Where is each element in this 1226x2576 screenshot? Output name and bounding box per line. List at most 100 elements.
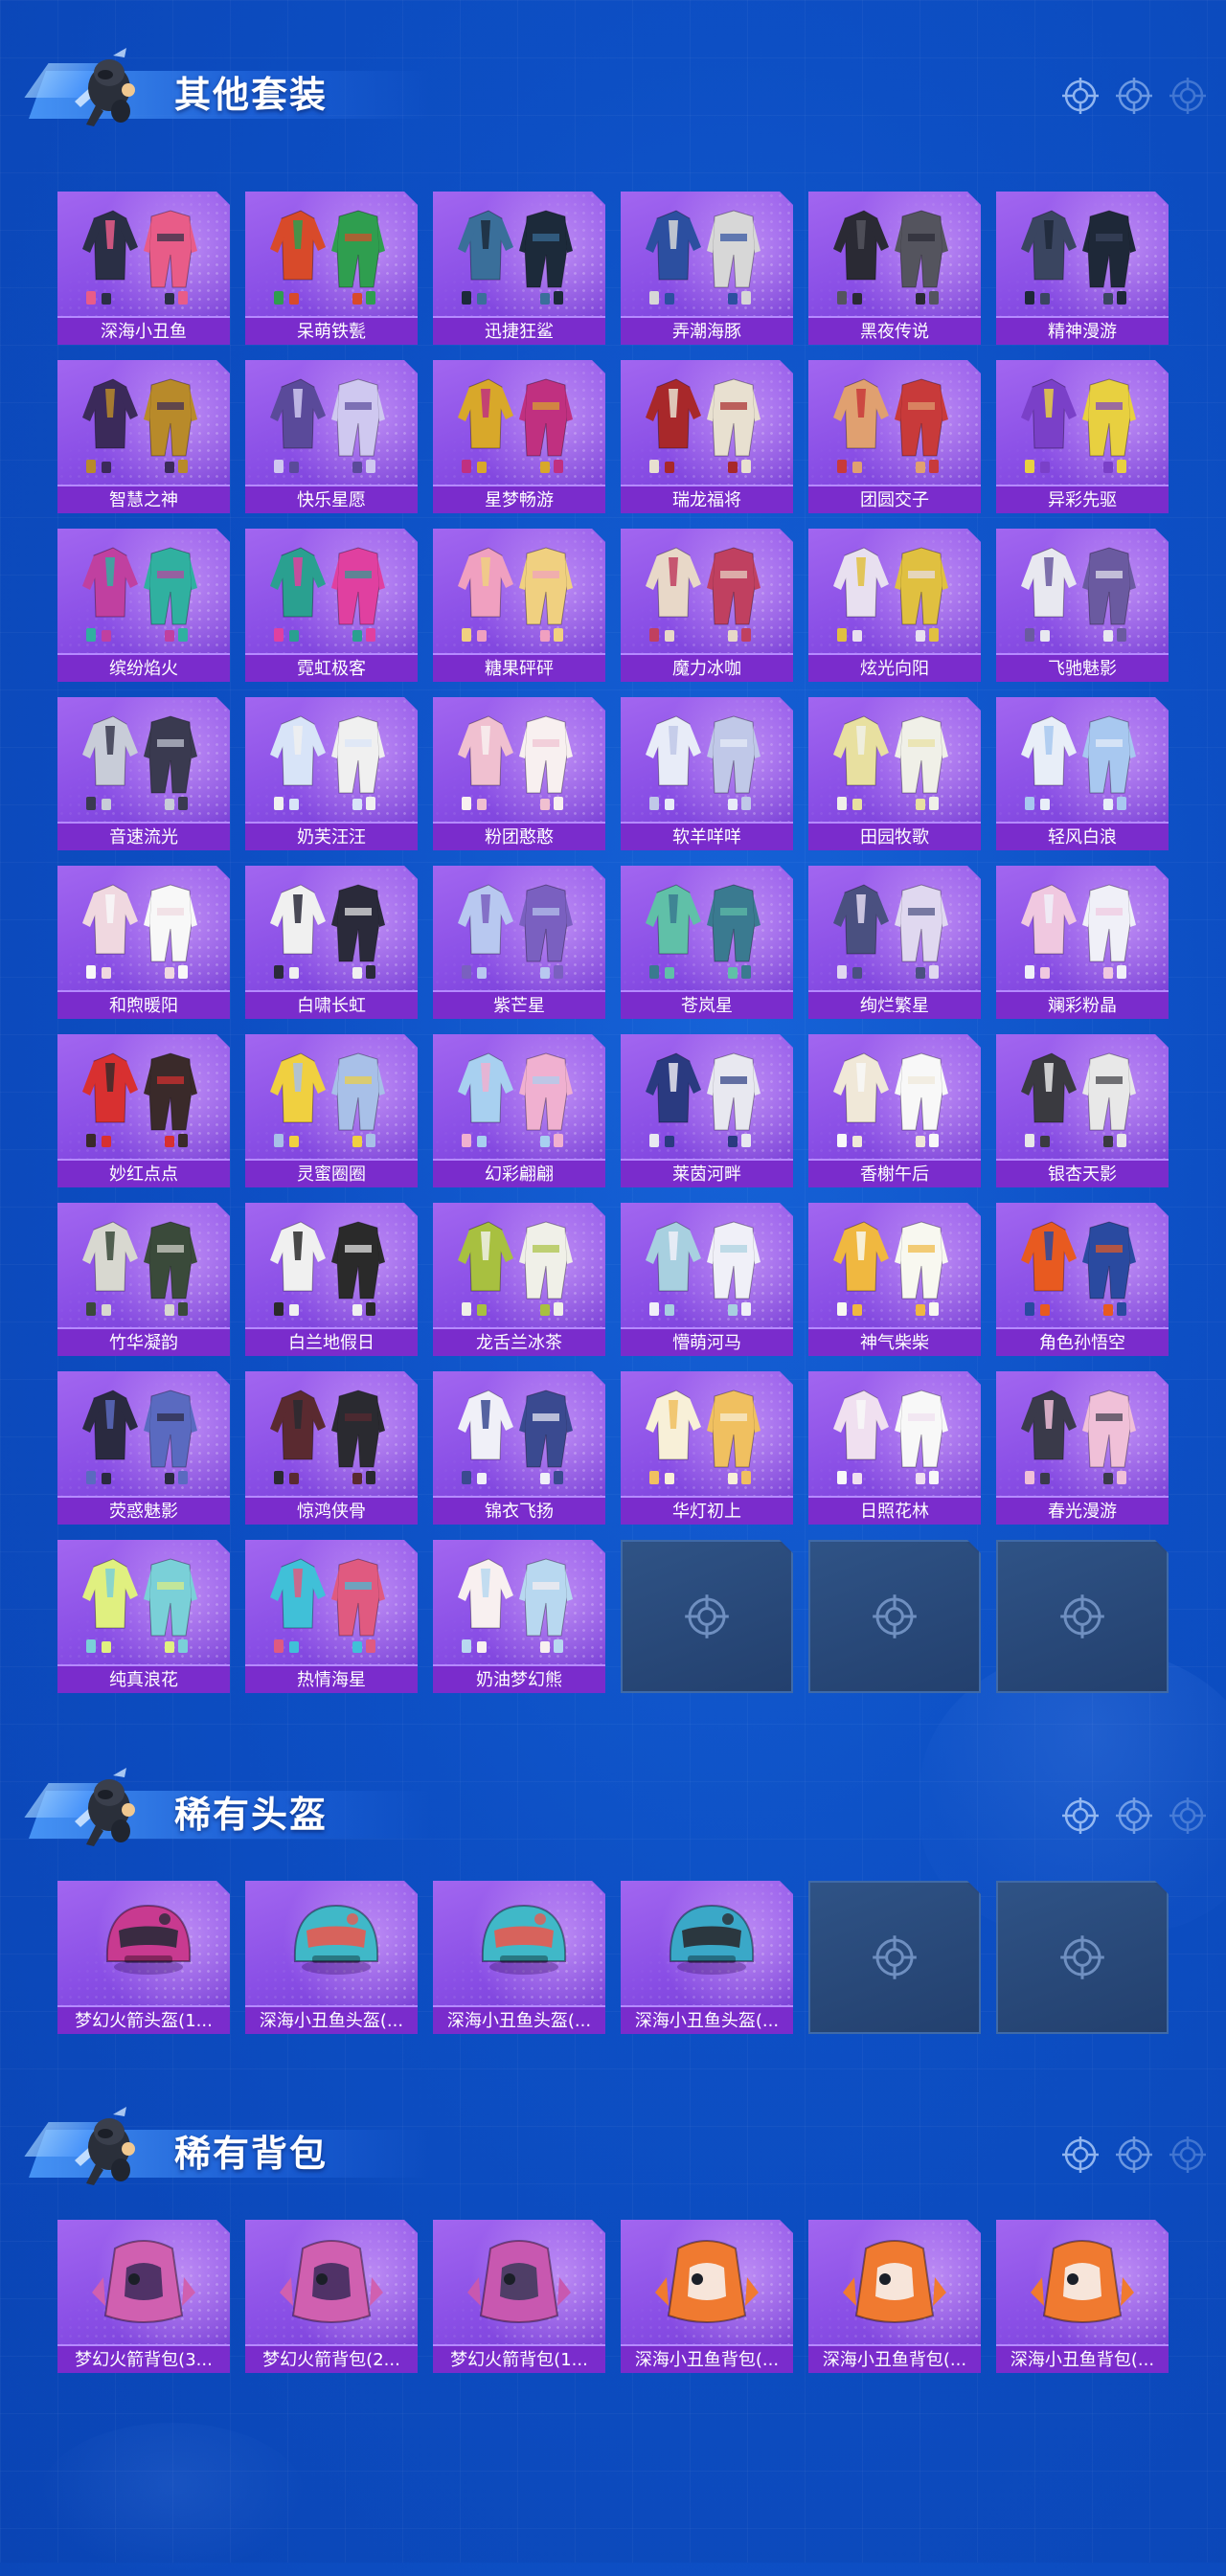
outfit-image (270, 1558, 385, 1653)
item-name: 角色孙悟空 (996, 1327, 1169, 1356)
outfit-image (270, 1052, 385, 1147)
item-name: 神气柴柴 (808, 1327, 981, 1356)
item-card[interactable]: 糖果砰砰 (433, 529, 605, 682)
item-card[interactable]: 梦幻火箭背包(3... (57, 2220, 230, 2373)
item-card[interactable]: 深海小丑鱼背包(... (996, 2220, 1169, 2373)
item-name: 糖果砰砰 (433, 653, 605, 682)
item-name: 梦幻火箭背包(2... (245, 2344, 418, 2373)
item-card[interactable]: 白兰地假日 (245, 1203, 418, 1356)
item-card[interactable]: 轻风白浪 (996, 697, 1169, 850)
item-name: 深海小丑鱼头盔(... (621, 2005, 793, 2034)
item-name: 轻风白浪 (996, 822, 1169, 850)
item-name: 紫芒星 (433, 990, 605, 1019)
item-card[interactable]: 苍岚星 (621, 866, 793, 1019)
helmet-image (105, 1904, 192, 1975)
item-name: 热情海星 (245, 1664, 418, 1693)
item-card[interactable]: 香榭午后 (808, 1034, 981, 1187)
item-card[interactable]: 白啸长虹 (245, 866, 418, 1019)
item-card[interactable]: 日照花林 (808, 1371, 981, 1525)
item-card[interactable]: 星梦畅游 (433, 360, 605, 513)
item-name: 飞驰魅影 (996, 653, 1169, 682)
item-card[interactable]: 锦衣飞扬 (433, 1371, 605, 1525)
target-icon (1115, 77, 1153, 115)
item-name: 呆萌铁甏 (245, 316, 418, 345)
item-name: 田园牧歌 (808, 822, 981, 850)
item-name: 深海小丑鱼背包(... (996, 2344, 1169, 2373)
item-card[interactable]: 妙红点点 (57, 1034, 230, 1187)
item-card[interactable]: 魔力冰咖 (621, 529, 793, 682)
item-card[interactable]: 灵蜜圈圈 (245, 1034, 418, 1187)
item-card[interactable]: 田园牧歌 (808, 697, 981, 850)
target-icons (1061, 77, 1207, 115)
item-card[interactable]: 热情海星 (245, 1540, 418, 1693)
item-card[interactable]: 梦幻火箭背包(1... (433, 2220, 605, 2373)
item-name: 锦衣飞扬 (433, 1496, 605, 1525)
item-name: 日照花林 (808, 1496, 981, 1525)
item-card[interactable]: 春光漫游 (996, 1371, 1169, 1525)
outfit-image (82, 884, 197, 979)
item-card[interactable]: 梦幻火箭背包(2... (245, 2220, 418, 2373)
item-card[interactable]: 智慧之神 (57, 360, 230, 513)
item-card[interactable]: 斓彩粉晶 (996, 866, 1169, 1019)
item-card[interactable]: 绚烂繁星 (808, 866, 981, 1019)
item-card[interactable]: 纯真浪花 (57, 1540, 230, 1693)
mascot-icon (75, 2107, 135, 2185)
item-card[interactable]: 缤纷焰火 (57, 529, 230, 682)
item-card[interactable]: 深海小丑鱼头盔(... (433, 1881, 605, 2034)
item-card[interactable]: 音速流光 (57, 697, 230, 850)
item-card[interactable]: 龙舌兰冰茶 (433, 1203, 605, 1356)
item-card[interactable]: 荧惑魅影 (57, 1371, 230, 1525)
outfit-image (833, 378, 948, 473)
item-name: 银杏天影 (996, 1159, 1169, 1187)
item-card[interactable]: 精神漫游 (996, 192, 1169, 345)
item-card[interactable]: 黑夜传说 (808, 192, 981, 345)
section-header: 稀有头盔 (24, 1758, 1207, 1864)
item-card[interactable]: 和煦暖阳 (57, 866, 230, 1019)
item-card[interactable]: 角色孙悟空 (996, 1203, 1169, 1356)
item-card[interactable]: 团圆交子 (808, 360, 981, 513)
outfit-image (1021, 884, 1136, 979)
item-name: 香榭午后 (808, 1159, 981, 1187)
item-name: 华灯初上 (621, 1496, 793, 1525)
item-card[interactable]: 竹华凝韵 (57, 1203, 230, 1356)
item-card[interactable]: 奶芙汪汪 (245, 697, 418, 850)
target-icon (1169, 1796, 1207, 1835)
outfit-image (1021, 378, 1136, 473)
item-card[interactable]: 深海小丑鱼头盔(... (621, 1881, 793, 2034)
item-card[interactable]: 异彩先驱 (996, 360, 1169, 513)
outfit-image (1021, 1052, 1136, 1147)
item-card[interactable]: 深海小丑鱼 (57, 192, 230, 345)
empty-slot (996, 1881, 1169, 2034)
item-card[interactable]: 神气柴柴 (808, 1203, 981, 1356)
item-card[interactable]: 快乐星愿 (245, 360, 418, 513)
item-card[interactable]: 深海小丑鱼头盔(... (245, 1881, 418, 2034)
item-card[interactable]: 飞驰魅影 (996, 529, 1169, 682)
item-card[interactable]: 幻彩翩翩 (433, 1034, 605, 1187)
item-name: 缤纷焰火 (57, 653, 230, 682)
item-card[interactable]: 粉团憨憨 (433, 697, 605, 850)
item-card[interactable]: 瑞龙福将 (621, 360, 793, 513)
item-name: 炫光向阳 (808, 653, 981, 682)
item-name: 深海小丑鱼头盔(... (245, 2005, 418, 2034)
item-card[interactable]: 深海小丑鱼背包(... (621, 2220, 793, 2373)
item-card[interactable]: 莱茵河畔 (621, 1034, 793, 1187)
item-name: 霓虹极客 (245, 653, 418, 682)
outfit-image (833, 1390, 948, 1484)
item-card[interactable]: 迅捷狂鲨 (433, 192, 605, 345)
item-card[interactable]: 梦幻火箭头盔(1... (57, 1881, 230, 2034)
item-card[interactable]: 华灯初上 (621, 1371, 793, 1525)
item-card[interactable]: 炫光向阳 (808, 529, 981, 682)
item-card[interactable]: 呆萌铁甏 (245, 192, 418, 345)
item-card[interactable]: 弄潮海豚 (621, 192, 793, 345)
item-card[interactable]: 深海小丑鱼背包(... (808, 2220, 981, 2373)
item-card[interactable]: 银杏天影 (996, 1034, 1169, 1187)
item-card[interactable]: 紫芒星 (433, 866, 605, 1019)
outfit-image (646, 547, 761, 642)
item-card[interactable]: 软羊咩咩 (621, 697, 793, 850)
item-name: 瑞龙福将 (621, 485, 793, 513)
item-card[interactable]: 惊鸿侠骨 (245, 1371, 418, 1525)
item-card[interactable]: 懵萌河马 (621, 1203, 793, 1356)
item-card[interactable]: 霓虹极客 (245, 529, 418, 682)
outfit-image (270, 210, 385, 305)
item-card[interactable]: 奶油梦幻熊 (433, 1540, 605, 1693)
